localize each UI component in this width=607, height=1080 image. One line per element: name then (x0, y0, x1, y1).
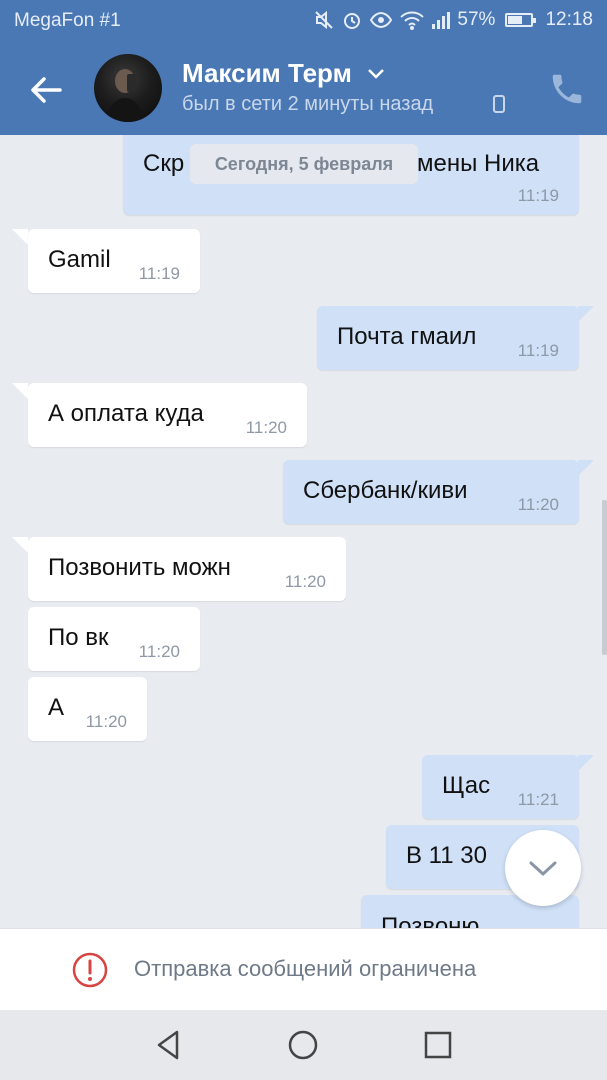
nav-home-icon[interactable] (285, 1027, 321, 1063)
message-text: Gamil (48, 246, 111, 273)
battery-icon (505, 13, 537, 27)
status-bar: MegaFon #1 57% 12:18 (0, 0, 607, 42)
battery-percent: 57% (457, 9, 496, 30)
message-text: А оплата куда (48, 400, 204, 427)
message-bubble-incoming[interactable]: Позвонить можн 11:20 (28, 537, 346, 601)
message-text: Почта гмаил (337, 323, 477, 350)
avatar-photo (106, 69, 144, 122)
avatar[interactable] (94, 54, 162, 122)
contact-status: был в сети 2 минуты назад (182, 93, 434, 115)
back-arrow-icon (31, 77, 62, 103)
scroll-down-button[interactable] (505, 830, 581, 906)
message-time: 11:20 (245, 418, 287, 437)
message-text: мены Ника (417, 150, 540, 177)
restriction-text: Отправка сообщений ограничена (134, 956, 477, 981)
status-icons: 57% 12:18 (313, 9, 593, 31)
call-button[interactable] (548, 70, 586, 108)
message-time: 11:19 (517, 186, 559, 205)
alarm-icon (344, 13, 361, 29)
message-bubble-incoming[interactable]: А 11:20 (28, 677, 147, 741)
clock: 12:18 (545, 9, 593, 30)
message-bubble-outgoing[interactable]: Сбербанк/киви 11:20 (283, 460, 579, 524)
eye-icon (370, 11, 393, 29)
mute-icon (315, 10, 334, 30)
contact-name[interactable]: Максим Терм (182, 58, 352, 89)
message-text: Щас (442, 772, 491, 799)
message-bubble-incoming[interactable]: По вк 11:20 (28, 607, 200, 671)
carrier-name: MegaFon #1 (14, 10, 121, 31)
message-time: 11:21 (517, 790, 559, 809)
message-time: 11:20 (284, 572, 326, 591)
warning-icon (72, 952, 108, 988)
message-text: Позвоню (381, 913, 480, 928)
message-time: 11:20 (517, 495, 559, 514)
message-list[interactable]: Скр мены Ника 11:19 Gamil 11:19 Почта гм… (0, 135, 607, 928)
scrollbar[interactable] (602, 500, 607, 655)
nav-back-icon[interactable] (151, 1027, 187, 1063)
nav-recents-icon[interactable] (420, 1027, 456, 1063)
chevron-down-icon[interactable] (367, 68, 385, 80)
message-time: 11:20 (85, 712, 127, 731)
call-icon (552, 74, 582, 104)
date-badge: Сегодня, 5 февраля (190, 144, 418, 184)
back-button[interactable] (26, 70, 66, 110)
message-time: 11:19 (138, 264, 180, 283)
wifi-icon (400, 11, 425, 30)
message-bubble-incoming[interactable]: А оплата куда 11:20 (28, 383, 307, 447)
chevron-down-icon (529, 861, 557, 876)
message-text: А (48, 694, 65, 721)
message-text: В 11 30 (406, 842, 487, 869)
message-text: По вк (48, 624, 109, 651)
message-bubble-outgoing[interactable]: Щас 11:21 (422, 755, 579, 819)
message-time: 11:20 (138, 642, 180, 661)
message-bubble-incoming[interactable]: Gamil 11:19 (28, 229, 200, 293)
message-text: Позвонить можн (48, 554, 231, 581)
mobile-phone-icon (493, 95, 505, 113)
message-text: Скр (143, 150, 185, 177)
message-text: Сбербанк/киви (303, 477, 468, 504)
message-time: 11:19 (517, 341, 559, 360)
chat-header: MegaFon #1 57% 12:18 Максим Терм был в с… (0, 0, 607, 135)
signal-icon (432, 12, 451, 29)
message-bubble-outgoing[interactable]: Почта гмаил 11:19 (317, 306, 579, 370)
